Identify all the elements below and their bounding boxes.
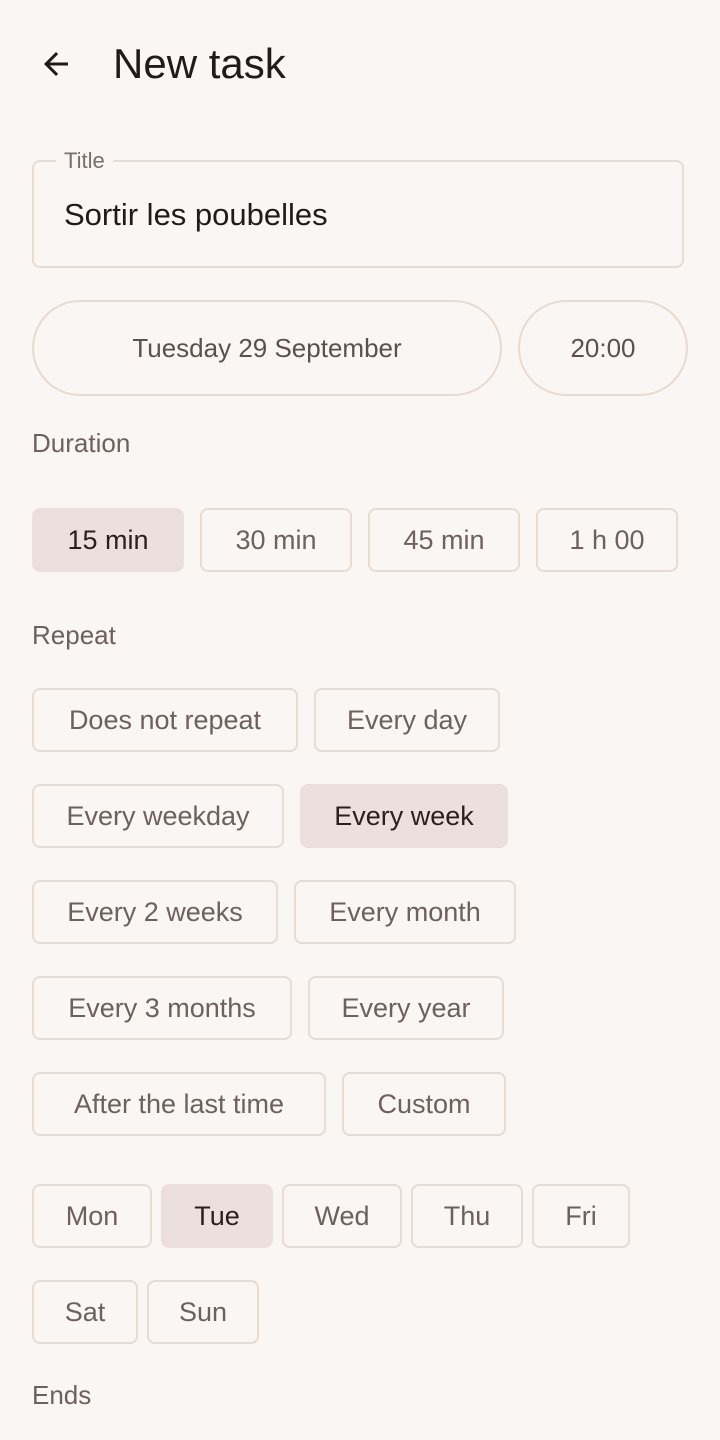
repeat-chip-does-not-repeat[interactable]: Does not repeat [32, 688, 298, 752]
repeat-label: Repeat [32, 620, 116, 650]
weekday-chip-tue[interactable]: Tue [161, 1184, 273, 1248]
arrow-left-icon [44, 52, 68, 76]
date-button[interactable]: Tuesday 29 September [32, 300, 502, 396]
duration-label: Duration [32, 428, 131, 458]
weekday-chip-mon[interactable]: Mon [32, 1184, 152, 1248]
repeat-chip-every-3-months[interactable]: Every 3 months [32, 976, 292, 1040]
weekday-chip-wed[interactable]: Wed [282, 1184, 402, 1248]
repeat-chip-every-weekday[interactable]: Every weekday [32, 784, 284, 848]
duration-chip-1-h[interactable]: 1 h 00 [536, 508, 678, 572]
repeat-chip-custom[interactable]: Custom [342, 1072, 506, 1136]
back-button[interactable] [24, 32, 88, 96]
repeat-chip-every-day[interactable]: Every day [314, 688, 500, 752]
page-title: New task [113, 40, 286, 87]
repeat-chip-after-last-time[interactable]: After the last time [32, 1072, 326, 1136]
repeat-chip-every-month[interactable]: Every month [294, 880, 516, 944]
duration-chip-30-min[interactable]: 30 min [200, 508, 352, 572]
title-field-label: Title [56, 148, 113, 174]
weekday-chip-sat[interactable]: Sat [32, 1280, 138, 1344]
repeat-chip-every-2-weeks[interactable]: Every 2 weeks [32, 880, 278, 944]
duration-chip-45-min[interactable]: 45 min [368, 508, 520, 572]
ends-label: Ends [32, 1380, 92, 1410]
title-field[interactable]: Title [32, 148, 684, 268]
top-app-bar: New task [0, 0, 720, 128]
weekday-chip-fri[interactable]: Fri [532, 1184, 630, 1248]
repeat-chip-every-week[interactable]: Every week [300, 784, 508, 848]
weekday-chip-sun[interactable]: Sun [147, 1280, 259, 1344]
weekday-chip-thu[interactable]: Thu [411, 1184, 523, 1248]
repeat-chip-every-year[interactable]: Every year [308, 976, 504, 1040]
duration-chip-15-min[interactable]: 15 min [32, 508, 184, 572]
title-input[interactable] [64, 196, 654, 234]
time-button[interactable]: 20:00 [518, 300, 688, 396]
